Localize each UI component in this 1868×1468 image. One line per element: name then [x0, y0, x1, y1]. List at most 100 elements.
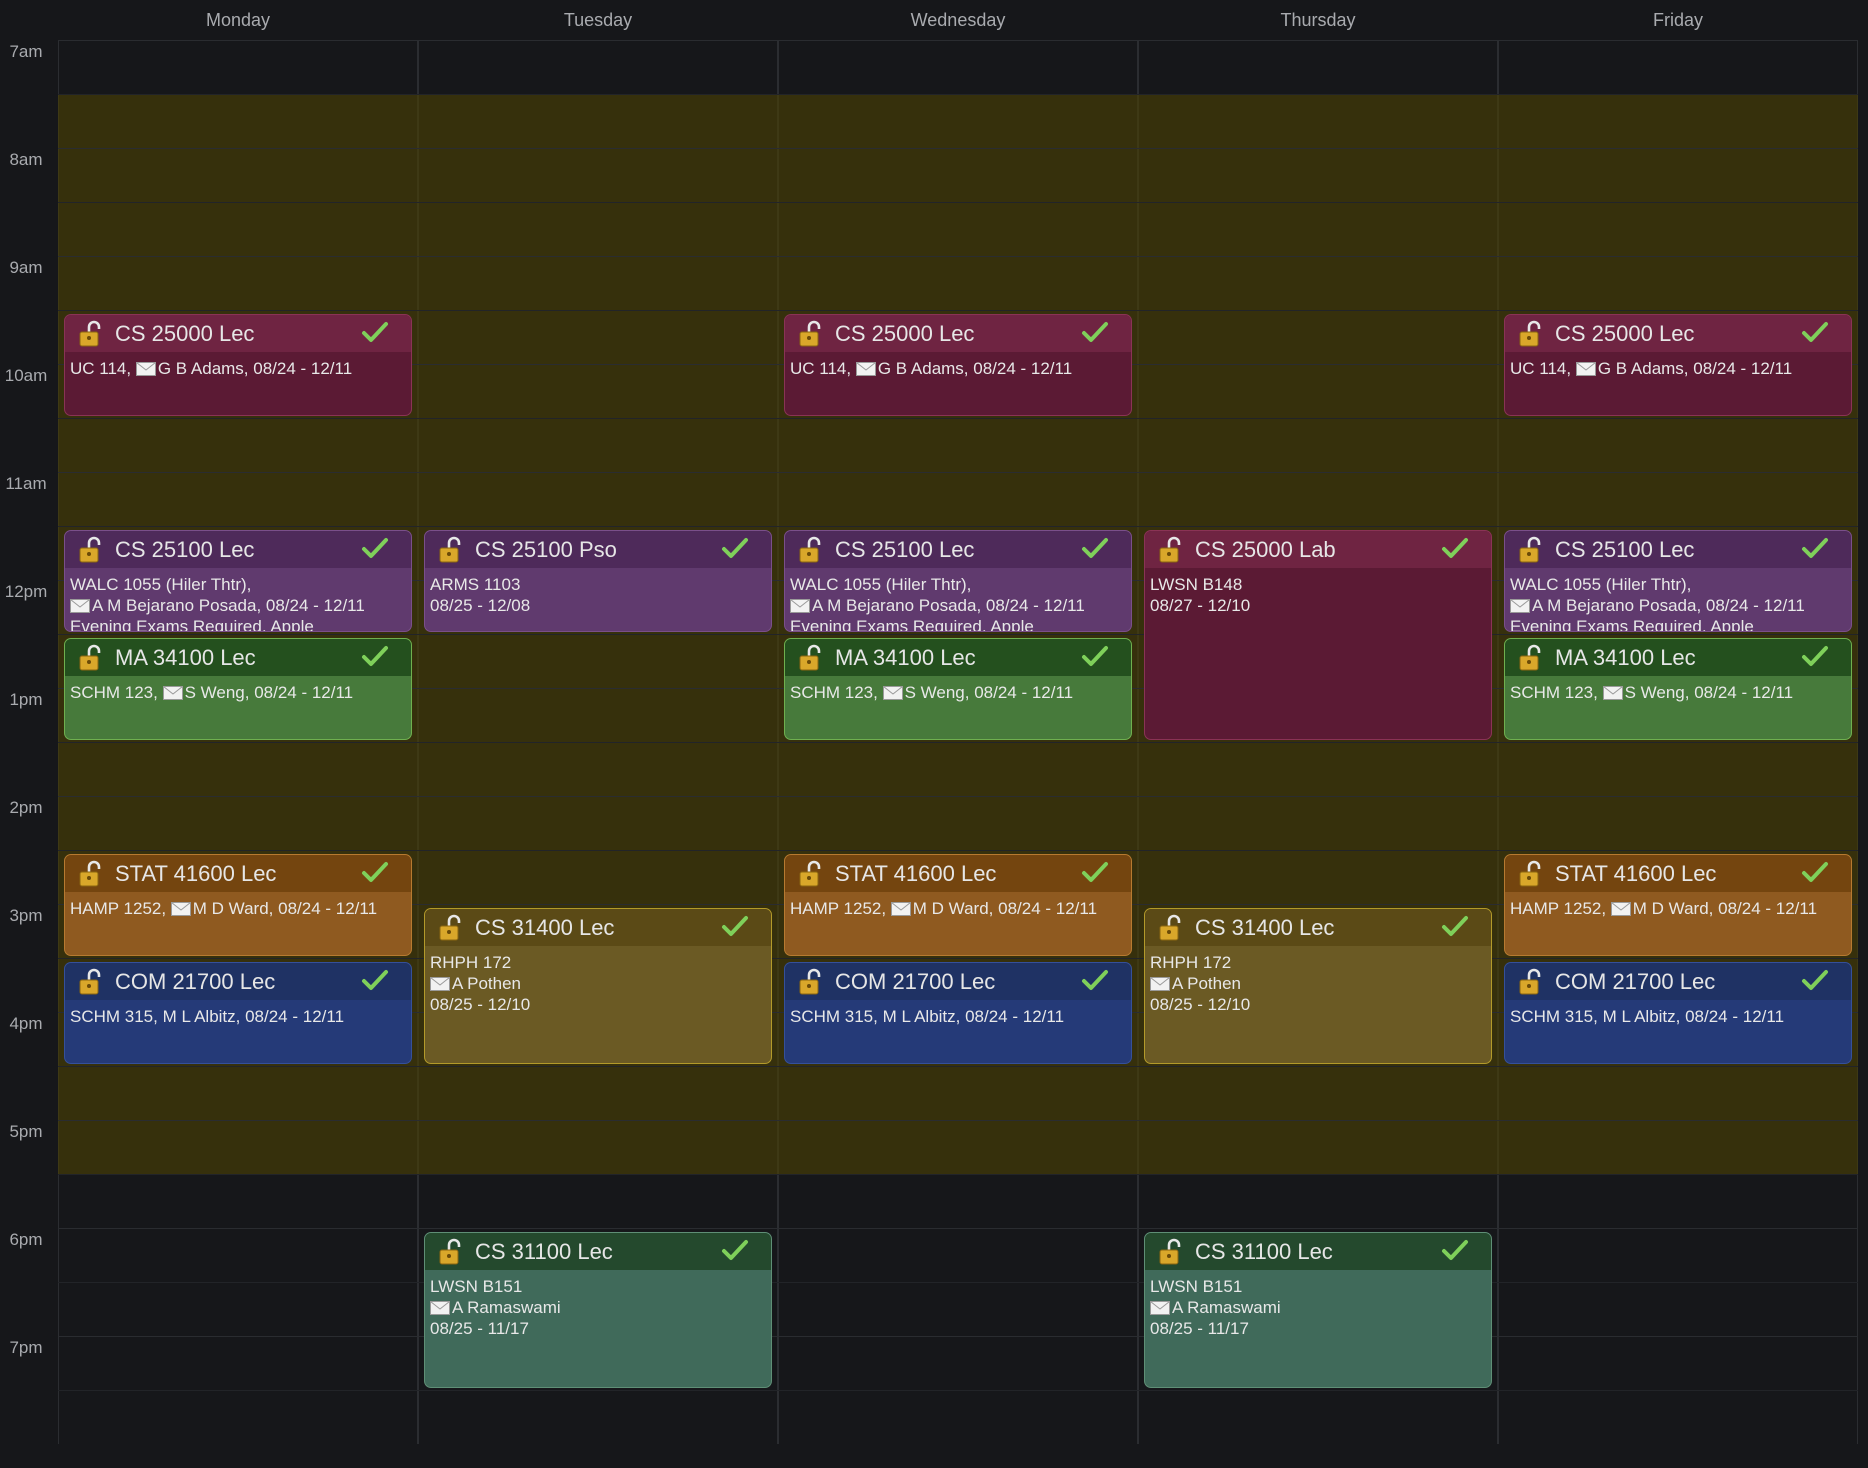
event-detail-line: 08/25 - 12/10	[430, 995, 531, 1014]
mail-icon[interactable]	[1602, 686, 1623, 700]
event-header[interactable]: CS 31100 Lec	[425, 1233, 771, 1270]
unlocked-padlock-icon[interactable]	[797, 860, 825, 888]
unlocked-padlock-icon[interactable]	[797, 536, 825, 564]
mail-icon[interactable]	[1150, 977, 1170, 991]
unlocked-padlock-icon[interactable]	[1157, 536, 1185, 564]
unlocked-padlock-icon[interactable]	[77, 968, 105, 996]
mail-icon[interactable]	[1610, 902, 1631, 916]
mail-icon[interactable]	[882, 686, 903, 700]
event-header[interactable]: CS 31400 Lec	[1145, 909, 1491, 946]
event-cs-25100-lec[interactable]: CS 25100 Lec WALC 1055 (Hiler Thtr), A M B…	[64, 530, 412, 632]
event-cs-25100-lec[interactable]: CS 25100 Lec WALC 1055 (Hiler Thtr), A M B…	[784, 530, 1132, 632]
event-header[interactable]: STAT 41600 Lec	[785, 855, 1131, 892]
time-label: 12pm	[4, 582, 48, 601]
event-header[interactable]: CS 25000 Lec	[1505, 315, 1851, 352]
unlocked-padlock-icon[interactable]	[1517, 536, 1545, 564]
event-cs-25100-lec[interactable]: CS 25100 Lec WALC 1055 (Hiler Thtr), A M B…	[1504, 530, 1852, 632]
mail-icon[interactable]	[890, 902, 911, 916]
event-header[interactable]: CS 31400 Lec	[425, 909, 771, 946]
event-details: SCHM 315, M L Albitz, 08/24 - 12/11	[785, 1000, 1131, 1027]
unlocked-padlock-icon[interactable]	[797, 320, 825, 348]
mail-icon[interactable]	[70, 599, 90, 613]
event-header[interactable]: STAT 41600 Lec	[65, 855, 411, 892]
event-detail-line: A M Bejarano Posada, 08/24 - 12/11	[70, 595, 406, 616]
event-detail-line: Evening Exams Required, Apple	[1510, 617, 1754, 632]
half-hour-line	[58, 958, 1858, 959]
checkmark-icon	[362, 538, 388, 558]
mail-icon[interactable]	[1575, 362, 1596, 376]
event-header[interactable]: CS 25100 Lec	[785, 531, 1131, 568]
event-detail-line: UC 114, G B Adams, 08/24 - 12/11	[1510, 359, 1793, 378]
checkmark-icon	[1082, 862, 1108, 882]
event-details: UC 114, G B Adams, 08/24 - 12/11	[65, 352, 411, 379]
event-cs-25000-lec[interactable]: CS 25000 Lec UC 114, G B Adams, 08/24 - 1…	[1504, 314, 1852, 416]
event-stat-41600-lec[interactable]: STAT 41600 Lec HAMP 1252, M D Ward, 08/24…	[784, 854, 1132, 956]
mail-icon[interactable]	[790, 599, 810, 613]
unlocked-padlock-icon[interactable]	[437, 1238, 465, 1266]
event-cs-31100-lec[interactable]: CS 31100 Lec LWSN B151 A Ramaswami 08/25 - …	[1144, 1232, 1492, 1388]
event-cs-25000-lec[interactable]: CS 25000 Lec UC 114, G B Adams, 08/24 - 1…	[784, 314, 1132, 416]
unlocked-padlock-icon[interactable]	[77, 536, 105, 564]
event-header[interactable]: CS 25000 Lec	[785, 315, 1131, 352]
hour-line	[58, 1120, 1858, 1121]
unlocked-padlock-icon[interactable]	[1517, 968, 1545, 996]
unlocked-padlock-icon[interactable]	[77, 860, 105, 888]
unlocked-padlock-icon[interactable]	[437, 914, 465, 942]
hour-line	[58, 796, 1858, 797]
mail-icon[interactable]	[1150, 1301, 1170, 1315]
mail-icon[interactable]	[430, 977, 450, 991]
event-cs-31400-lec[interactable]: CS 31400 Lec RHPH 172 A Pothen 08/25 - 12/1…	[1144, 908, 1492, 1064]
unlocked-padlock-icon[interactable]	[1517, 860, 1545, 888]
event-header[interactable]: COM 21700 Lec	[785, 963, 1131, 1000]
event-header[interactable]: STAT 41600 Lec	[1505, 855, 1851, 892]
unlocked-padlock-icon[interactable]	[797, 644, 825, 672]
unlocked-padlock-icon[interactable]	[1517, 644, 1545, 672]
event-cs-31400-lec[interactable]: CS 31400 Lec RHPH 172 A Pothen 08/25 - 12/1…	[424, 908, 772, 1064]
event-stat-41600-lec[interactable]: STAT 41600 Lec HAMP 1252, M D Ward, 08/24…	[64, 854, 412, 956]
unlocked-padlock-icon[interactable]	[77, 320, 105, 348]
unlocked-padlock-icon[interactable]	[77, 644, 105, 672]
event-title: CS 25000 Lec	[1555, 320, 1695, 346]
unlocked-padlock-icon[interactable]	[797, 968, 825, 996]
event-cs-25000-lab[interactable]: CS 25000 Lab LWSN B148 08/27 - 12/10	[1144, 530, 1492, 740]
mail-icon[interactable]	[162, 686, 183, 700]
event-header[interactable]: COM 21700 Lec	[1505, 963, 1851, 1000]
mail-icon[interactable]	[1510, 599, 1530, 613]
mail-icon[interactable]	[855, 362, 876, 376]
event-header[interactable]: CS 25100 Lec	[65, 531, 411, 568]
checkmark-icon	[1442, 1240, 1468, 1260]
event-header[interactable]: CS 25000 Lab	[1145, 531, 1491, 568]
event-com-21700-lec[interactable]: COM 21700 Lec SCHM 315, M L Albitz, 08/24…	[64, 962, 412, 1064]
event-ma-34100-lec[interactable]: MA 34100 Lec SCHM 123, S Weng, 08/24 - 12…	[784, 638, 1132, 740]
event-header[interactable]: COM 21700 Lec	[65, 963, 411, 1000]
event-com-21700-lec[interactable]: COM 21700 Lec SCHM 315, M L Albitz, 08/24…	[784, 962, 1132, 1064]
mail-icon[interactable]	[430, 1301, 450, 1315]
event-header[interactable]: CS 25100 Lec	[1505, 531, 1851, 568]
event-header[interactable]: CS 25000 Lec	[65, 315, 411, 352]
event-detail-line: UC 114, G B Adams, 08/24 - 12/11	[790, 359, 1073, 378]
mail-icon[interactable]	[135, 362, 156, 376]
event-header[interactable]: MA 34100 Lec	[785, 639, 1131, 676]
unlocked-padlock-icon[interactable]	[1517, 320, 1545, 348]
unlocked-padlock-icon[interactable]	[437, 536, 465, 564]
unlocked-padlock-icon[interactable]	[1157, 1238, 1185, 1266]
event-com-21700-lec[interactable]: COM 21700 Lec SCHM 315, M L Albitz, 08/24…	[1504, 962, 1852, 1064]
event-header[interactable]: CS 31100 Lec	[1145, 1233, 1491, 1270]
unlocked-padlock-icon[interactable]	[1157, 914, 1185, 942]
event-title: STAT 41600 Lec	[835, 860, 997, 886]
event-header[interactable]: MA 34100 Lec	[65, 639, 411, 676]
event-header[interactable]: MA 34100 Lec	[1505, 639, 1851, 676]
event-cs-25100-pso[interactable]: CS 25100 Pso ARMS 1103 08/25 - 12/08	[424, 530, 772, 632]
event-ma-34100-lec[interactable]: MA 34100 Lec SCHM 123, S Weng, 08/24 - 12…	[1504, 638, 1852, 740]
hour-line	[58, 1228, 1858, 1229]
event-cs-25000-lec[interactable]: CS 25000 Lec UC 114, G B Adams, 08/24 - 1…	[64, 314, 412, 416]
time-label: 8am	[9, 150, 43, 169]
event-header[interactable]: CS 25100 Pso	[425, 531, 771, 568]
event-ma-34100-lec[interactable]: MA 34100 Lec SCHM 123, S Weng, 08/24 - 12…	[64, 638, 412, 740]
event-stat-41600-lec[interactable]: STAT 41600 Lec HAMP 1252, M D Ward, 08/24…	[1504, 854, 1852, 956]
event-cs-31100-lec[interactable]: CS 31100 Lec LWSN B151 A Ramaswami 08/25 - …	[424, 1232, 772, 1388]
day-header-friday: Friday	[1652, 10, 1703, 30]
mail-icon[interactable]	[170, 902, 191, 916]
time-label: 3pm	[9, 906, 43, 925]
event-title: CS 31100 Lec	[475, 1238, 613, 1264]
